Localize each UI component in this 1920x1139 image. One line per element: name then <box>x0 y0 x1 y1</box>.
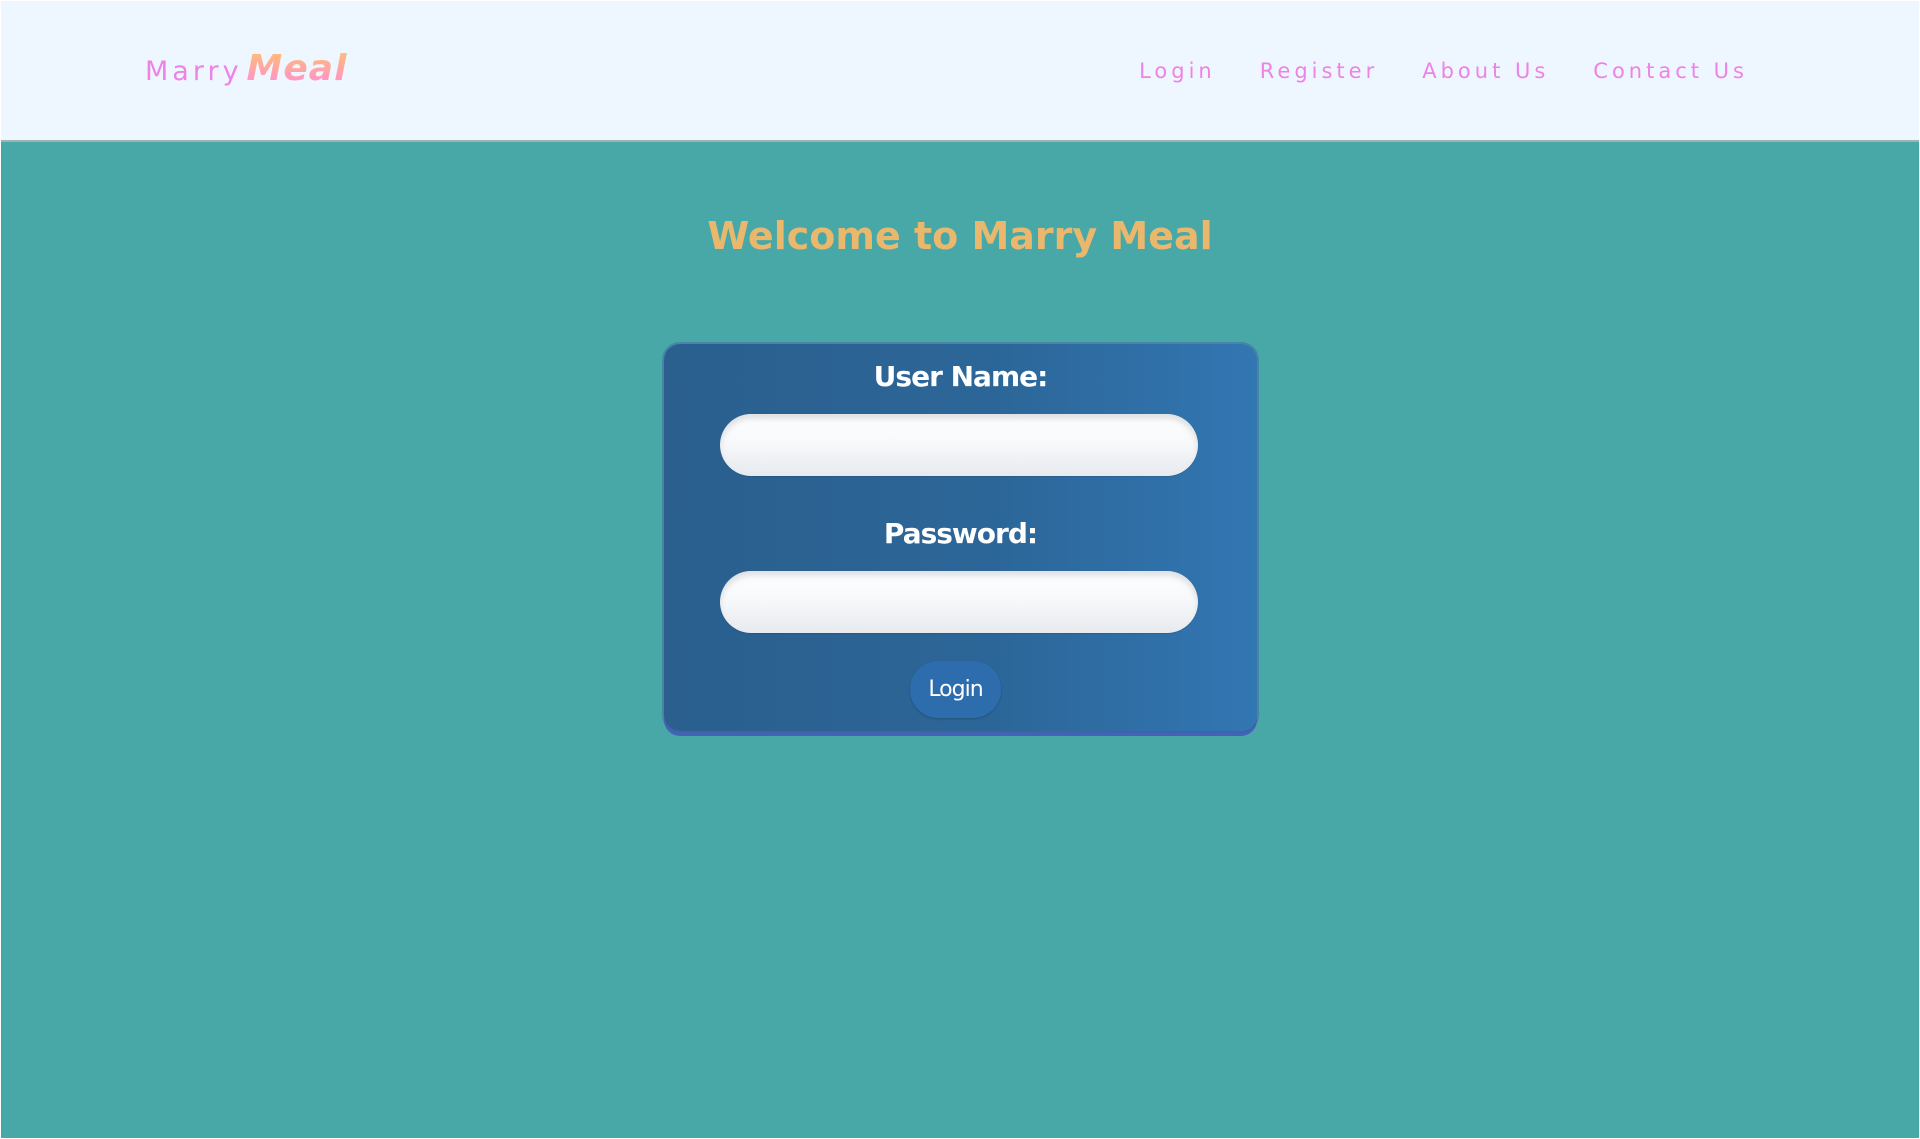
top-navbar: Marry Meal Login Register About Us Conta… <box>1 1 1919 142</box>
login-form: User Name: Password: Login <box>664 344 1257 731</box>
username-label: User Name: <box>873 360 1049 393</box>
password-label: Password: <box>883 517 1038 550</box>
brand-logo[interactable]: Marry Meal <box>145 51 347 87</box>
nav-register-link[interactable]: Register <box>1260 59 1378 83</box>
password-input[interactable] <box>720 571 1198 633</box>
page: Marry Meal Login Register About Us Conta… <box>1 1 1919 1138</box>
nav-contact-us-link[interactable]: Contact Us <box>1593 59 1748 83</box>
brand-marry-text: Marry <box>145 56 243 87</box>
main-navigation: Login Register About Us Contact Us <box>1139 59 1748 83</box>
nav-about-us-link[interactable]: About Us <box>1422 59 1549 83</box>
login-submit-button[interactable]: Login <box>910 661 1001 718</box>
brand-meal-text: Meal <box>246 48 348 89</box>
nav-login-link[interactable]: Login <box>1139 59 1216 83</box>
username-input[interactable] <box>720 414 1198 476</box>
welcome-heading: Welcome to Marry Meal <box>707 214 1213 258</box>
